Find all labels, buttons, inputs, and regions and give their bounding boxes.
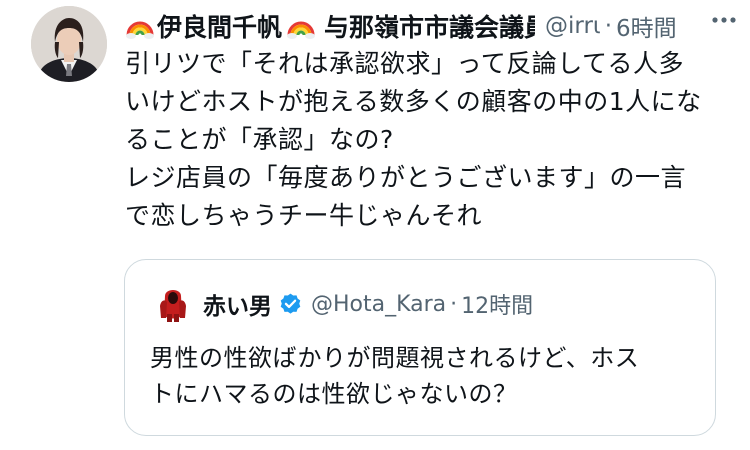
author-display-name: 伊良間千帆 [157, 13, 283, 42]
quoted-author-name[interactable]: 赤い男 [203, 287, 272, 321]
author-handle[interactable]: @irrι [545, 13, 601, 39]
more-options-button[interactable] [706, 4, 742, 36]
tweet-body-text: 引リツで「それは承認欲求」って反論してる人多 いけどホストが抱える数多くの顧客の… [125, 49, 702, 230]
tweet-header: 伊良間千帆 与那嶺市市議会議員 @irrι · 6時間 [125, 6, 695, 46]
tweet-timestamp[interactable]: 6時間 [616, 9, 677, 43]
verified-badge-icon [280, 293, 301, 314]
user-avatar-photo [31, 6, 107, 82]
quoted-author-avatar[interactable] [155, 284, 191, 324]
author-name[interactable]: 伊良間千帆 与那嶺市市議会議員 [125, 8, 535, 44]
more-horizontal-icon [712, 17, 736, 23]
header-separator: · [604, 13, 612, 39]
quoted-author-handle[interactable]: @Hota_Kara [311, 292, 446, 317]
rainbow-icon [126, 21, 154, 39]
quoted-header-separator: · [450, 291, 458, 317]
author-avatar[interactable] [31, 6, 107, 82]
quoted-tweet-body-text: 男性の性欲ばかりが問題視されるけど、ホス トにハマるのは性欲じゃないの？ [150, 344, 640, 408]
rainbow-icon [287, 21, 316, 39]
quoted-tweet-card[interactable]: 赤い男 @Hota_Kara · 12時間 男性の性欲ばかりが問題視されるけど、… [124, 259, 716, 436]
quoted-tweet-header: 赤い男 @Hota_Kara · 12時間 [155, 284, 533, 324]
quoted-tweet-timestamp[interactable]: 12時間 [461, 288, 533, 320]
author-affiliation: 与那嶺市市議会議員 [324, 13, 535, 42]
